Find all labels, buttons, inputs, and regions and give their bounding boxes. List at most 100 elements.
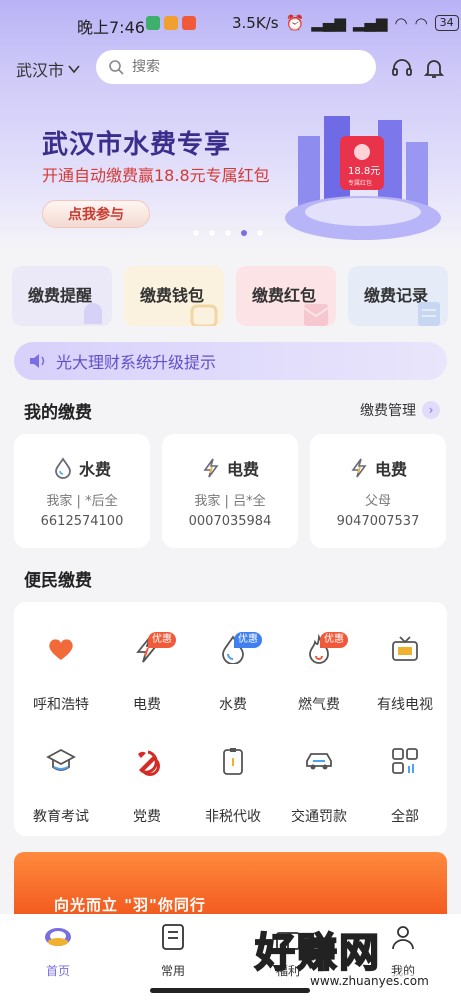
- service-gas[interactable]: 优惠 燃气费: [276, 612, 362, 713]
- bill-card[interactable]: 电费 父母 9047007537: [310, 434, 446, 548]
- join-button[interactable]: 点我参与: [42, 200, 150, 228]
- city-selector[interactable]: 武汉市: [16, 57, 81, 81]
- speaker-icon: [30, 354, 45, 368]
- network-speed: 3.5K/s: [232, 14, 279, 32]
- search-bar[interactable]: [96, 50, 376, 84]
- car-icon: [306, 753, 332, 770]
- discount-badge: 优惠: [234, 632, 262, 648]
- promo-strip[interactable]: 向光而立 "羽"你同行: [14, 852, 447, 916]
- watermark-logo: 好赚网: [254, 929, 381, 977]
- status-app-icons: [146, 16, 196, 30]
- watermark-url: www.zhuanyes.com: [310, 974, 429, 988]
- service-label: 全部: [391, 809, 419, 825]
- promo-text: 向光而立 "羽"你同行: [54, 896, 206, 914]
- bill-type: 电费: [310, 456, 446, 480]
- service-non-tax[interactable]: 非税代收: [190, 724, 276, 825]
- tv-icon: [392, 636, 418, 661]
- search-icon: [109, 60, 124, 75]
- service-traffic-fine[interactable]: 交通罚款: [276, 724, 362, 825]
- tab-label: 常用: [160, 964, 185, 978]
- search-input[interactable]: [132, 59, 332, 75]
- bill-card[interactable]: 电费 我家 | 吕*全 0007035984: [162, 434, 298, 548]
- wifi-icon: ◠: [414, 14, 428, 32]
- banner-subtitle: 开通自动缴费赢18.8元专属红包: [42, 166, 270, 185]
- service-hohhot[interactable]: 呼和浩特: [18, 612, 104, 713]
- city-illustration: 18.8元 专属红包: [285, 116, 441, 240]
- record-icon: [418, 302, 440, 326]
- carousel-dot[interactable]: [225, 230, 231, 236]
- lightning-icon: [351, 458, 367, 478]
- note-icon: [162, 924, 184, 950]
- heart-icon: [49, 639, 73, 660]
- service-label: 水费: [219, 697, 247, 713]
- banner-badge-label: 专属红包: [348, 179, 372, 187]
- home-icon: [45, 928, 71, 946]
- lightning-icon: [203, 458, 219, 478]
- bill-account: 0007035984: [188, 514, 272, 529]
- city-label: 武汉市: [16, 61, 65, 80]
- alarm-icon: ⏰: [285, 14, 305, 32]
- bill-type: 电费: [162, 456, 298, 480]
- service-label: 有线电视: [377, 697, 433, 713]
- graduation-cap-icon: [46, 748, 76, 771]
- quick-action-reminder[interactable]: 缴费提醒: [12, 266, 112, 326]
- service-cable-tv[interactable]: 有线电视: [362, 612, 448, 713]
- bill-type-label: 水费: [78, 460, 111, 479]
- service-electricity[interactable]: 优惠 电费: [104, 612, 190, 713]
- carousel-dots: [193, 230, 263, 236]
- service-label: 呼和浩特: [33, 697, 89, 713]
- app-notification-icon: [146, 16, 160, 30]
- service-label: 电费: [133, 697, 161, 713]
- app-notification-icon: [182, 16, 196, 30]
- service-party-dues[interactable]: 党费: [104, 724, 190, 825]
- bill-owner: 我家 | 吕*全: [194, 494, 266, 509]
- site-watermark: 好赚网 www.zhuanyes.com: [254, 920, 455, 990]
- bill-account: 6612574100: [40, 514, 124, 529]
- service-label: 燃气费: [298, 697, 340, 713]
- service-label: 非税代收: [205, 809, 261, 825]
- service-label: 交通罚款: [291, 809, 347, 825]
- tab-frequent[interactable]: 常用: [133, 922, 213, 979]
- service-all[interactable]: 全部: [362, 724, 448, 825]
- wifi-icon: ◠: [394, 14, 408, 32]
- bill-manage-link[interactable]: 缴费管理 ›: [360, 400, 440, 420]
- red-envelope-icon: [303, 304, 329, 326]
- battery-icon: 34: [434, 15, 459, 31]
- quick-action-record[interactable]: 缴费记录: [348, 266, 448, 326]
- carousel-dot[interactable]: [209, 230, 215, 236]
- service-label: 教育考试: [33, 809, 89, 825]
- tab-label: 首页: [45, 964, 70, 978]
- services-title: 便民缴费: [24, 571, 92, 591]
- top-bar: 武汉市: [0, 48, 461, 88]
- quick-action-red-envelope[interactable]: 缴费红包: [236, 266, 336, 326]
- bell-icon[interactable]: [422, 56, 446, 80]
- notice-bar[interactable]: 光大理财系统升级提示: [14, 342, 447, 380]
- bill-account: 9047007537: [336, 514, 420, 529]
- discount-badge: 优惠: [320, 632, 348, 648]
- bill-type-label: 电费: [226, 460, 259, 479]
- discount-badge: 优惠: [148, 632, 176, 648]
- bill-type: 水费: [14, 456, 150, 480]
- promo-banner[interactable]: 武汉市水费专享 开通自动缴费赢18.8元专属红包 点我参与 18.8元 专属红包: [0, 100, 461, 250]
- notice-text: 光大理财系统升级提示: [56, 353, 217, 372]
- services-panel: 呼和浩特 优惠 电费 优惠 水费 优惠 燃气费 有线电视 教育考试 党费 非税代…: [14, 602, 447, 836]
- tab-home[interactable]: 首页: [18, 922, 98, 979]
- carousel-dot-active[interactable]: [241, 230, 247, 236]
- headset-icon[interactable]: [390, 56, 414, 80]
- service-water[interactable]: 优惠 水费: [190, 612, 276, 713]
- my-bills-title: 我的缴费: [24, 403, 92, 423]
- carousel-dot[interactable]: [257, 230, 263, 236]
- service-education[interactable]: 教育考试: [18, 724, 104, 825]
- service-label: 党费: [133, 809, 161, 825]
- quick-action-wallet[interactable]: 缴费钱包: [124, 266, 224, 326]
- bill-card[interactable]: 水费 我家 | *后全 6612574100: [14, 434, 150, 548]
- carousel-dot[interactable]: [193, 230, 199, 236]
- status-bar: 晚上7:46 3.5K/s ⏰ ▂▄▆ ▂▄▆ ◠ ◠ 34: [0, 0, 461, 50]
- party-emblem-icon: [138, 750, 160, 776]
- bill-type-label: 电费: [374, 460, 407, 479]
- banner-badge-amount: 18.8元: [348, 166, 380, 177]
- status-time: 晚上7:46: [77, 18, 145, 37]
- bill-owner: 父母: [364, 494, 391, 509]
- chevron-right-icon: ›: [422, 401, 440, 419]
- signal-icon: ▂▄▆: [352, 14, 388, 32]
